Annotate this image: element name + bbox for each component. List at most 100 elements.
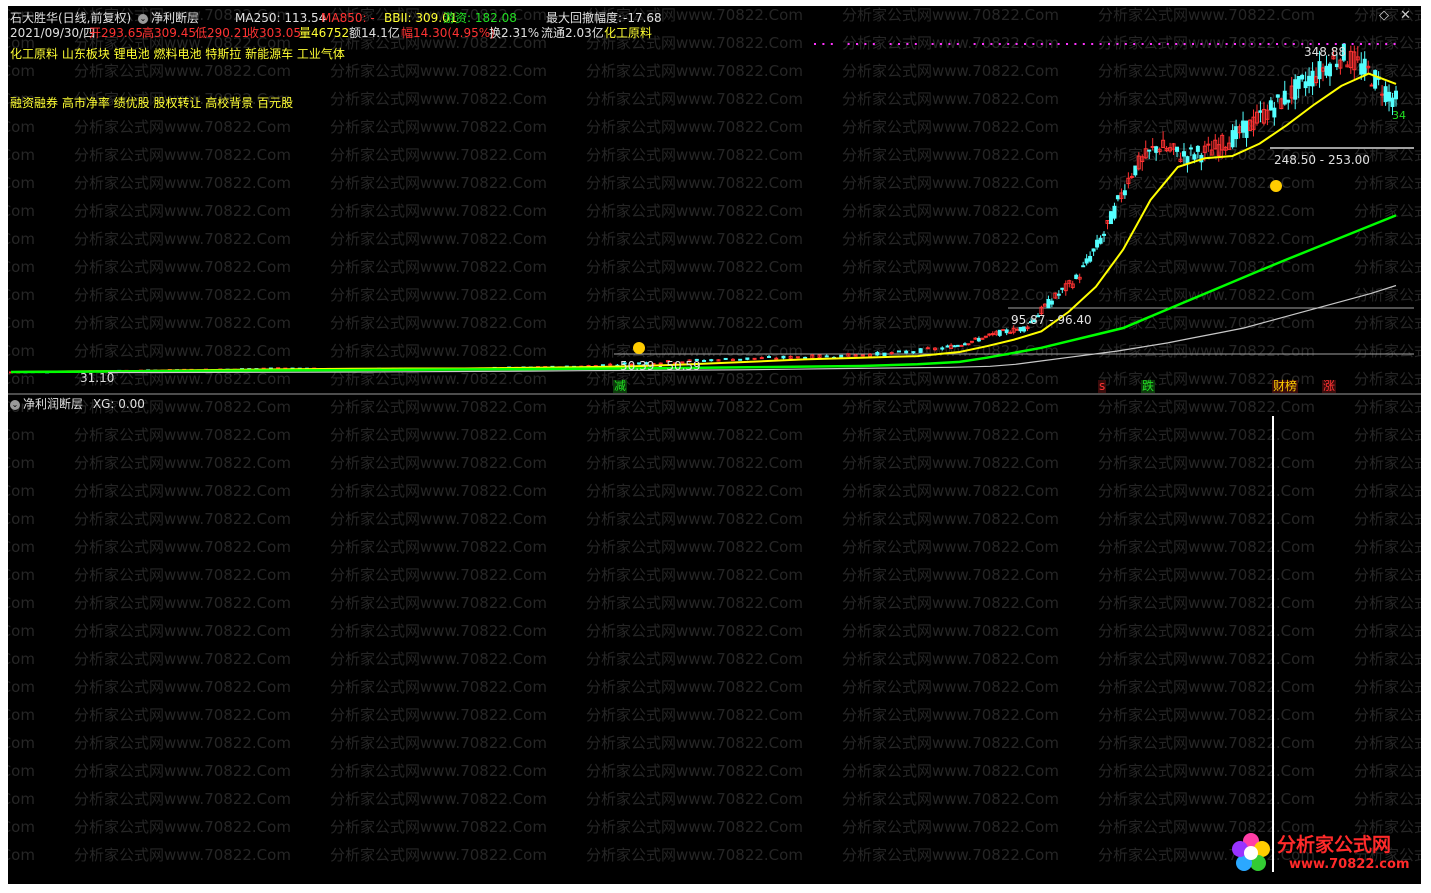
signal-dot [872,43,875,45]
smiley-icon [1270,180,1282,192]
candle-body [1060,287,1065,290]
candle-body [925,347,930,350]
candle-body [1147,149,1152,152]
ma-yellow-line [10,72,1397,373]
signal-dot [889,43,892,45]
signal-dot [1242,43,1245,45]
candle-body [1154,146,1159,153]
signal-dot [914,43,917,45]
candle-body [1081,265,1086,268]
ma-white-line [108,284,1397,374]
signal-dot [1200,43,1203,45]
zone-mid-label: 95.87 - 96.40 [1011,313,1092,327]
signal-dot [1082,43,1085,45]
candle-body [987,333,992,336]
candle-body [962,343,967,346]
candle-body [1088,255,1093,262]
candle-body [940,347,945,350]
lower-panel-header[interactable]: ⌄ 净利润断层 XG: 0.00 [10,397,145,411]
site-logo: 分析家公式网 www.70822.com [1223,828,1415,878]
candle-body [1303,81,1308,89]
signal-dot [1032,43,1035,45]
candle-body [1394,90,1398,100]
candle-body [1359,63,1364,75]
signal-dot [1116,43,1119,45]
candle-body [803,356,808,359]
zone-low-label: 50.39 - 50.59 [620,359,701,373]
candle-body [1084,258,1089,264]
zone-top-label: 248.50 - 253.00 [1274,153,1370,167]
candle-body [1230,130,1235,148]
candle-body [1001,329,1006,332]
signal-dot [1108,43,1110,45]
candle-body [759,357,764,360]
candle-body [1206,143,1211,146]
logo-url: www.70822.com [1289,857,1410,872]
end-label: 34 [1392,109,1406,122]
chart-window: 分析家公式网www.70822.Com分析家公式网www.70822.Com分析… [8,6,1421,884]
signal-dot [1007,43,1010,45]
signal-dot [1040,43,1043,45]
event-tag[interactable]: 涨 [1322,380,1337,393]
candle-body [911,351,916,354]
signal-dot [1175,43,1178,45]
candle-body [1095,239,1100,248]
signal-dot [847,43,850,45]
event-tag[interactable]: 减 [613,380,628,393]
candle-body [1115,195,1120,200]
signal-dot [1234,43,1236,45]
candle-body [1296,76,1301,89]
signal-dot [973,43,976,45]
candle-body [990,333,995,336]
signal-dot [814,43,816,45]
logo-brand: 分析家公式网 [1277,834,1392,856]
candle-body [1018,326,1023,332]
candle-body [1015,328,1020,331]
candle-body [1008,331,1013,334]
signal-dot [898,43,900,45]
event-tag[interactable]: s [1098,380,1107,393]
peak-price-label: 348.88 [1304,45,1346,59]
signal-dot [1351,43,1354,45]
signal-dot [1393,43,1396,45]
candle-body [945,345,950,348]
price-chart[interactable] [8,6,1421,884]
event-tag[interactable]: 跌 [1141,380,1156,393]
candle-body [1369,84,1374,87]
candle-body [1195,145,1200,152]
signal-dot [1284,43,1287,45]
candle-body [1373,70,1378,89]
candle-body [1300,74,1305,80]
signal-dot [1091,43,1094,45]
candle-body [1129,175,1134,178]
event-tag[interactable]: 财榜 [1272,380,1299,393]
signal-dot [1057,43,1060,45]
candle-body [774,357,779,360]
candle-body [1022,326,1027,332]
candle-body [1275,94,1280,98]
signal-dot [1376,43,1379,45]
signal-dot [1074,43,1077,45]
candle-body [959,344,964,347]
chevron-down-icon: ⌄ [10,399,20,410]
candle-body [966,343,971,346]
candle-body [709,359,714,362]
signal-dot [1368,43,1371,45]
candle-body [1362,58,1367,75]
candle-body [1282,90,1287,105]
candle-body [1390,97,1395,107]
min-price-label: 31.10 [80,371,115,385]
signal-dot [1385,43,1388,45]
signal-dot [1166,43,1169,45]
signal-dot [864,43,867,45]
candle-body [997,329,1002,336]
candle-body [896,350,901,353]
candle-body [860,354,865,357]
signal-dot [1133,43,1136,45]
candle-body [752,357,757,360]
candle-body [1244,120,1249,138]
signal-dot [1301,43,1304,45]
signal-dot [1276,43,1278,45]
xg-value: XG: 0.00 [92,397,145,411]
signal-dot [1124,43,1127,45]
